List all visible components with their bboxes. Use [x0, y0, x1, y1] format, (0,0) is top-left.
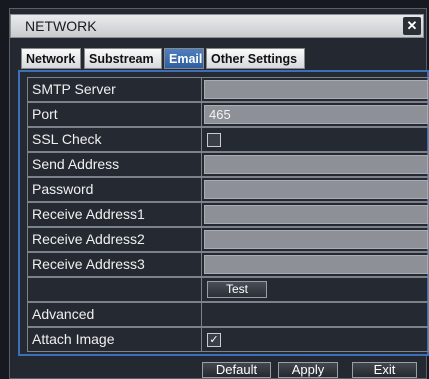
ssl-check-cell [201, 127, 429, 152]
smtp-server-input[interactable] [204, 80, 428, 99]
receive-address3-input[interactable] [204, 255, 428, 274]
send-address-cell [201, 152, 429, 177]
port-cell: 465 [201, 102, 429, 127]
window-title: NETWORK [25, 18, 97, 34]
advanced-row: Advanced [27, 302, 429, 327]
port-row: Port 465 [27, 102, 429, 127]
tab-substream[interactable]: Substream [84, 48, 162, 69]
receive-address2-cell [201, 227, 429, 252]
receive-address1-label: Receive Address1 [27, 202, 201, 227]
ssl-check-label: SSL Check [27, 127, 201, 152]
tab-network[interactable]: Network [21, 48, 81, 69]
receive-address2-label: Receive Address2 [27, 227, 201, 252]
close-icon[interactable]: ✕ [403, 17, 421, 35]
password-row: Password [27, 177, 429, 202]
test-row: Test [27, 277, 429, 302]
receive-address3-label: Receive Address3 [27, 252, 201, 277]
tab-other-settings[interactable]: Other Settings [206, 48, 305, 69]
password-cell [201, 177, 429, 202]
test-row-label [27, 277, 201, 302]
ssl-check-checkbox[interactable] [207, 133, 221, 147]
smtp-server-cell [201, 77, 429, 102]
port-input[interactable]: 465 [204, 105, 428, 124]
title-bar: NETWORK ✕ [10, 14, 424, 38]
send-address-input[interactable] [204, 155, 428, 174]
attach-image-label: Attach Image [27, 327, 201, 352]
receive-address1-cell [201, 202, 429, 227]
test-cell: Test [201, 277, 429, 302]
smtp-server-row: SMTP Server [27, 77, 429, 102]
default-button[interactable]: Default [202, 362, 271, 378]
receive-address2-input[interactable] [204, 230, 428, 249]
ssl-check-row: SSL Check [27, 127, 429, 152]
attach-image-cell: ✓ [201, 327, 429, 352]
tab-email[interactable]: Email [164, 48, 204, 69]
exit-button[interactable]: Exit [352, 362, 417, 378]
smtp-server-label: SMTP Server [27, 77, 201, 102]
receive-address1-input[interactable] [204, 205, 428, 224]
apply-button[interactable]: Apply [278, 362, 338, 378]
receive-address2-row: Receive Address2 [27, 227, 429, 252]
attach-image-checkbox[interactable]: ✓ [207, 333, 221, 347]
password-input[interactable] [204, 180, 428, 199]
port-label: Port [27, 102, 201, 127]
send-address-row: Send Address [27, 152, 429, 177]
advanced-label[interactable]: Advanced [27, 302, 201, 327]
receive-address3-row: Receive Address3 [27, 252, 429, 277]
receive-address3-cell [201, 252, 429, 277]
attach-image-row: Attach Image ✓ [27, 327, 429, 352]
test-button[interactable]: Test [207, 281, 267, 298]
advanced-cell [201, 302, 429, 327]
password-label: Password [27, 177, 201, 202]
send-address-label: Send Address [27, 152, 201, 177]
receive-address1-row: Receive Address1 [27, 202, 429, 227]
